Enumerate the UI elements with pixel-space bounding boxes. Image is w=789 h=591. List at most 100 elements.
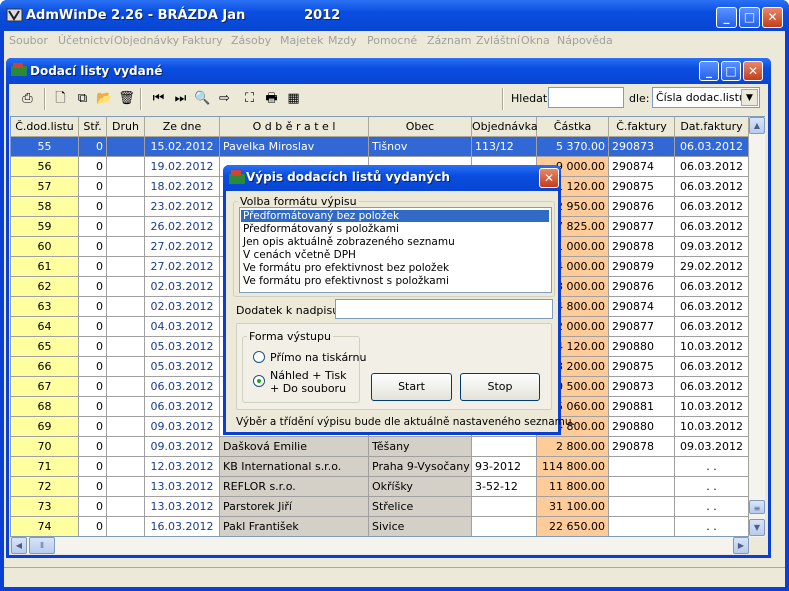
table-cell: Dašková Emilie [220,437,369,457]
table-cell: 05.03.2012 [145,357,220,377]
table-cell [107,257,145,277]
open-folder-icon[interactable]: 📂 [95,89,114,108]
format-option[interactable]: Jen opis aktuálně zobrazeného seznamu [243,236,455,248]
new-document-icon[interactable]: 🗋 [51,89,70,108]
column-header[interactable]: Objednávka [472,117,538,137]
table-cell: 31 100.00 [537,497,609,517]
table-cell [107,177,145,197]
table-cell: 06.03.2012 [675,317,749,337]
table-cell [107,297,145,317]
table-row[interactable]: 70 0 09.03.2012 Dašková Emilie Těšany 2 800.0… [11,437,764,457]
format-option[interactable]: V cenách včetně DPH [243,249,356,261]
print-icon[interactable]: ⎙ [18,89,37,108]
table-cell: 62 [11,277,79,297]
table-cell [472,517,537,536]
format-option[interactable]: Předformátovaný s položkami [243,223,399,235]
table-row[interactable]: 74 0 16.03.2012 Pakl František Sivice 22 650.… [11,517,764,536]
radio-direct-print[interactable] [253,351,265,363]
maximize-button[interactable]: □ [739,7,760,28]
table-cell: 0 [79,277,107,297]
column-header[interactable]: Stř. [79,117,107,137]
stop-button[interactable]: Stop [460,373,540,401]
menu-item-7[interactable]: Pomocné [367,34,417,47]
fit-icon[interactable]: ⛶ [240,89,259,108]
scroll-left-icon[interactable]: ◀ [11,537,27,554]
minimize-button[interactable]: _ [716,7,737,28]
radio-preview-print-file[interactable] [253,375,265,387]
column-header[interactable]: Částka [537,117,609,137]
copy-icon[interactable]: ⧉ [73,89,92,108]
heading-suffix-input[interactable] [335,299,553,319]
table-row[interactable]: 73 0 13.03.2012 Parstorek Jiří Střelice 31 10… [11,497,764,517]
dialog-title: Výpis dodacích listů vydaných [246,170,450,184]
format-option[interactable]: Ve formátu pro efektivnost s položkami [243,275,449,287]
search-icon[interactable]: 🔍 [193,89,212,108]
table-row[interactable]: 71 0 12.03.2012 KB International s.r.o. Prah… [11,457,764,477]
search-input[interactable] [548,87,624,108]
menu-item-0[interactable]: Soubor [9,34,48,47]
printer-icon[interactable]: 🖶 [262,89,281,108]
table-cell: 114 800.00 [537,457,609,477]
scroll-right-icon[interactable]: ▶ [733,537,749,554]
vertical-scrollbar[interactable]: ▲ ≡ ▼ [749,117,765,537]
first-record-icon[interactable]: ⏮ [149,89,168,108]
menu-item-5[interactable]: Majetek [280,34,324,47]
table-cell: 09.03.2012 [675,237,749,257]
table-cell [472,497,537,517]
column-header[interactable]: O d b ě r a t e l [220,117,369,137]
arrow-right-icon[interactable]: ⇨ [215,89,234,108]
chevron-down-icon[interactable]: ▼ [741,89,758,106]
start-button[interactable]: Start [371,373,452,401]
column-header[interactable]: Druh [107,117,145,137]
table-cell: Tišnov [369,137,472,157]
child-minimize-button[interactable]: _ [699,61,719,81]
menu-item-4[interactable]: Zásoby [231,34,271,47]
column-header[interactable]: Ze dne [145,117,220,137]
menu-item-9[interactable]: Zvláštní [476,34,520,47]
menu-item-8[interactable]: Záznam [427,34,471,47]
close-button[interactable]: ✕ [762,7,783,28]
table-cell [107,477,145,497]
table-cell: 55 [11,137,79,157]
table-cell: . . [675,457,749,477]
menu-item-11[interactable]: Nápověda [557,34,613,47]
menu-item-3[interactable]: Faktury [182,34,223,47]
dialog-close-button[interactable]: ✕ [539,168,559,188]
table-cell: 22 650.00 [537,517,609,536]
table-cell: 0 [79,377,107,397]
column-header[interactable]: Č.dod.listu [11,117,79,137]
column-header[interactable]: Č.faktury [609,117,675,137]
table-cell: 02.03.2012 [145,277,220,297]
table-cell: Pavelka Miroslav [220,137,369,157]
child-title: Dodací listy vydané [30,64,163,78]
export-excel-icon[interactable]: ▦ [284,89,303,108]
table-cell: 0 [79,217,107,237]
format-option[interactable]: Ve formátu pro efektivnost bez položek [243,262,449,274]
column-header[interactable]: Obec [369,117,472,137]
horizontal-scrollbar[interactable]: ◀ ⦀ ▶ [11,537,749,554]
last-record-icon[interactable]: ⏭ [171,89,190,108]
table-row[interactable]: 55 0 15.02.2012 Pavelka Miroslav Tišnov 113/1… [11,137,764,157]
scroll-down-icon[interactable]: ▼ [749,519,765,536]
menu-item-6[interactable]: Mzdy [328,34,357,47]
menu-item-1[interactable]: Účetnictví [58,34,113,47]
scroll-thumb[interactable]: ≡ [749,500,765,514]
delete-icon[interactable]: 🗑 [117,89,136,108]
table-cell: 10.03.2012 [675,417,749,437]
table-row[interactable]: 72 0 13.03.2012 REFLOR s.r.o. Okříšky 3-52-12… [11,477,764,497]
child-maximize-button[interactable]: □ [721,61,741,81]
hscroll-thumb[interactable]: ⦀ [29,537,55,554]
table-cell: 3-52-12 [472,477,537,497]
format-option[interactable]: Předformátovaný bez položek [241,210,549,222]
menu-item-10[interactable]: Okna [521,34,550,47]
table-cell: 72 [11,477,79,497]
table-cell: 5 370.00 [537,137,609,157]
table-cell: 23.02.2012 [145,197,220,217]
child-close-button[interactable]: ✕ [743,61,763,81]
app-title: AdmWinDe 2.26 - BRÁZDA Jan 2012 [26,8,341,23]
table-cell: 290878 [609,437,675,457]
format-listbox[interactable]: Předformátovaný bez položek Předformátova… [239,207,552,293]
menu-item-2[interactable]: Objednávky [114,34,179,47]
scroll-up-icon[interactable]: ▲ [749,117,765,134]
column-header[interactable]: Dat.faktury [675,117,749,137]
